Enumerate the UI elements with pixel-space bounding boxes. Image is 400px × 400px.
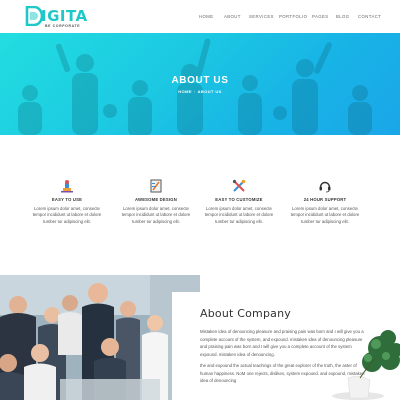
feature-title: EASY TO USE	[51, 197, 83, 202]
feature-description: Lorem ipsum dolor amet, consecte tempor …	[111, 206, 201, 225]
page-title: ABOUT US	[171, 75, 229, 86]
nav-item-about[interactable]: ABOUT	[224, 14, 241, 19]
logo[interactable]: IGITA BE CORPORATE	[25, 6, 88, 30]
breadcrumb: HOME · ABOUT US	[0, 89, 400, 94]
feature-text-line: tumber tur adipiscing elit.	[132, 218, 180, 224]
feature-text-line: tumber tur adipiscing elit.	[215, 218, 263, 224]
feature-title: EASY TO CUSTOMIZE	[215, 197, 263, 202]
nav-item-portfolio[interactable]: PORTFOLIO	[279, 14, 307, 19]
team-photo	[0, 275, 200, 400]
feature-text-line: tempor incididunt ut labore et dolore	[204, 212, 274, 218]
feature-text-line: tumber tur adipiscing elit.	[301, 218, 349, 224]
breadcrumb-current: ABOUT US	[197, 89, 222, 94]
feature-text-line: tempor incididunt ut labore et dolore	[32, 212, 102, 218]
feature-easy-to-use: EASY TO USE Lorem ipsum dolor amet, cons…	[22, 179, 112, 225]
tools-icon	[232, 179, 246, 192]
section-title: About Company	[200, 307, 291, 320]
nav-item-blog[interactable]: BLOG	[336, 14, 350, 19]
breadcrumb-separator: ·	[193, 89, 196, 94]
team-photo-illustration	[0, 275, 200, 400]
easy-to-use-icon	[61, 180, 73, 193]
feature-easy-to-customize: EASY TO CUSTOMIZE Lorem ipsum dolor amet…	[194, 179, 284, 225]
hero-banner: ABOUT US HOME · ABOUT US	[0, 33, 400, 135]
feature-text-line: tumber tur adipiscing elit.	[43, 218, 91, 224]
nav-item-services[interactable]: SERVICES	[249, 14, 274, 19]
feature-description: Lorem ipsum dolor amet, consecte tempor …	[22, 206, 112, 225]
site-header: IGITA BE CORPORATE HOME ABOUT SERVICES P…	[0, 0, 400, 33]
nav-item-contact[interactable]: CONTACT	[358, 14, 381, 19]
headset-icon	[319, 181, 331, 193]
feature-description: Lorem ipsum dolor amet, consecte tempor …	[280, 206, 370, 225]
logo-tagline: BE CORPORATE	[45, 24, 81, 28]
features-section: EASY TO USE Lorem ipsum dolor amet, cons…	[0, 135, 400, 275]
feature-text-line: tempor incididunt ut labore et dolore	[290, 212, 360, 218]
feature-description: Lorem ipsum dolor amet, consecte tempor …	[194, 206, 284, 225]
breadcrumb-home[interactable]: HOME	[178, 89, 192, 94]
feature-awesome-design: AWESOME DESIGN Lorem ipsum dolor amet, c…	[111, 179, 201, 225]
feature-24-hour-support: 24 HOUR SUPPORT Lorem ipsum dolor amet, …	[280, 179, 370, 225]
design-icon	[150, 179, 162, 193]
plant-decoration	[332, 330, 400, 400]
feature-text-line: tempor incididunt ut labore et dolore	[121, 212, 191, 218]
feature-title: 24 HOUR SUPPORT	[303, 197, 347, 202]
nav-item-pages[interactable]: PAGES	[312, 14, 329, 19]
logo-text: IGITA	[41, 7, 88, 25]
feature-title: AWESOME DESIGN	[135, 197, 177, 202]
nav-item-home[interactable]: HOME	[199, 14, 214, 19]
